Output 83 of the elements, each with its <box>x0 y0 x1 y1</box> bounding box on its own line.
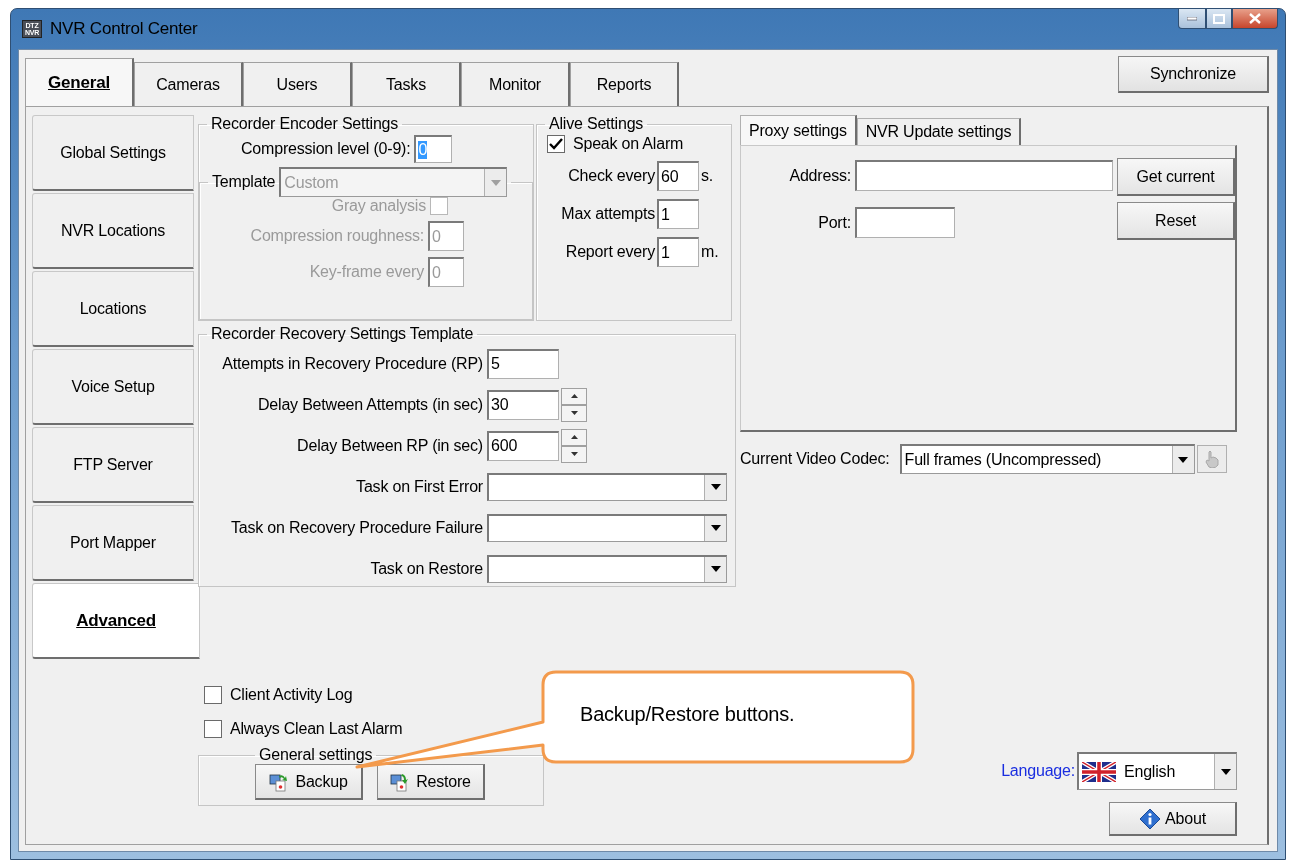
side-tab[interactable]: Voice Setup <box>32 349 194 425</box>
field-label: Address: <box>788 166 851 185</box>
number-field[interactable]: 5 <box>487 348 559 379</box>
group-title: Recorder Recovery Settings Template <box>210 325 475 343</box>
number-field[interactable]: 60 <box>657 161 699 191</box>
port-field[interactable] <box>855 207 955 238</box>
task-dropdown[interactable] <box>487 513 727 542</box>
checkbox[interactable] <box>204 686 222 704</box>
minimize-icon <box>1187 16 1197 21</box>
checkbox[interactable] <box>204 720 222 738</box>
caret-icon <box>710 484 721 490</box>
hand-icon <box>1203 450 1220 468</box>
number-field[interactable]: 600 <box>487 430 559 461</box>
unit-label: s. <box>701 167 714 185</box>
number-field[interactable]: 1 <box>657 199 699 229</box>
flag-icon <box>1082 761 1116 782</box>
field-label: Compression level (0-9): <box>241 140 411 158</box>
backup-button[interactable]: Backup <box>255 764 363 800</box>
checkbox-label: Speak on Alarm <box>573 135 684 153</box>
task-dropdown[interactable] <box>487 472 727 501</box>
tab[interactable]: Cameras <box>134 62 243 106</box>
field-label: Template <box>212 173 276 191</box>
spin-buttons[interactable] <box>561 428 587 463</box>
address-field[interactable] <box>855 160 1113 191</box>
maximize-icon <box>1213 13 1225 24</box>
minimize-button[interactable] <box>1178 9 1206 29</box>
checkbox[interactable] <box>547 135 565 153</box>
side-tab[interactable]: FTP Server <box>32 427 194 503</box>
field-label: Current Video Codec: <box>740 450 890 468</box>
caret-icon <box>710 525 721 531</box>
group-title: Recorder Encoder Settings <box>210 115 400 133</box>
language-dropdown[interactable]: English <box>1077 752 1237 790</box>
language-label: Language: <box>1001 762 1075 780</box>
side-tab[interactable]: Port Mapper <box>32 505 194 581</box>
field-label: Key-frame every <box>309 263 424 281</box>
caret-icon <box>1178 456 1189 463</box>
close-icon <box>1249 13 1261 24</box>
spin-buttons[interactable] <box>561 387 587 422</box>
number-field[interactable]: 30 <box>487 389 559 420</box>
field-label: Task on Recovery Procedure Failure <box>230 518 483 537</box>
tab[interactable]: Reports <box>570 62 679 106</box>
number-field[interactable]: 1 <box>657 237 699 267</box>
side-tab[interactable]: Locations <box>32 271 194 347</box>
side-tab[interactable]: Global Settings <box>32 115 194 191</box>
about-button[interactable]: About <box>1109 802 1237 836</box>
field-label: Task on Restore <box>369 559 483 578</box>
tab[interactable]: Monitor <box>461 62 570 106</box>
field-label: Gray analysis <box>331 197 426 215</box>
checkbox-label: Client Activity Log <box>230 686 353 704</box>
field-label: Port: <box>817 213 851 232</box>
caret-icon <box>490 179 501 186</box>
side-tab[interactable]: Advanced <box>32 583 200 659</box>
tab[interactable]: General <box>25 58 134 106</box>
field-label: Task on First Error <box>355 477 483 496</box>
tab[interactable]: Proxy settings <box>740 115 857 145</box>
close-button[interactable] <box>1232 9 1278 29</box>
side-tab[interactable]: NVR Locations <box>32 193 194 269</box>
proxy-button[interactable]: Get current <box>1117 158 1235 196</box>
maximize-button[interactable] <box>1206 9 1232 29</box>
field-label: Delay Between Attempts (in sec) <box>257 395 483 414</box>
field-label: Check every <box>567 167 655 185</box>
checkbox-label: Always Clean Last Alarm <box>230 720 403 738</box>
field-label: Report every <box>564 243 655 261</box>
group-title: Alive Settings <box>548 115 645 133</box>
field-label: Max attempts <box>560 205 655 223</box>
proxy-button[interactable]: Reset <box>1117 202 1235 240</box>
tab[interactable]: Tasks <box>352 62 461 106</box>
callout-text: Backup/Restore buttons. <box>580 703 795 726</box>
group-title: General settings <box>258 746 374 764</box>
tab[interactable]: NVR Update settings <box>856 118 1022 145</box>
field-label: Compression roughness: <box>250 227 424 245</box>
task-dropdown[interactable] <box>487 554 727 583</box>
synchronize-button[interactable]: Synchronize <box>1118 56 1269 93</box>
caret-icon <box>1220 768 1231 775</box>
unit-label: m. <box>701 243 719 261</box>
tab[interactable]: Users <box>243 62 352 106</box>
codec-dropdown[interactable]: Full frames (Uncompressed) <box>899 444 1195 474</box>
window-title: NVR Control Center <box>50 19 198 39</box>
field-label: Attempts in Recovery Procedure (RP) <box>221 354 483 373</box>
caret-icon <box>710 566 721 572</box>
field-label: Delay Between RP (in sec) <box>296 436 483 455</box>
info-icon <box>1139 807 1162 830</box>
restore-button[interactable]: Restore <box>377 764 485 800</box>
